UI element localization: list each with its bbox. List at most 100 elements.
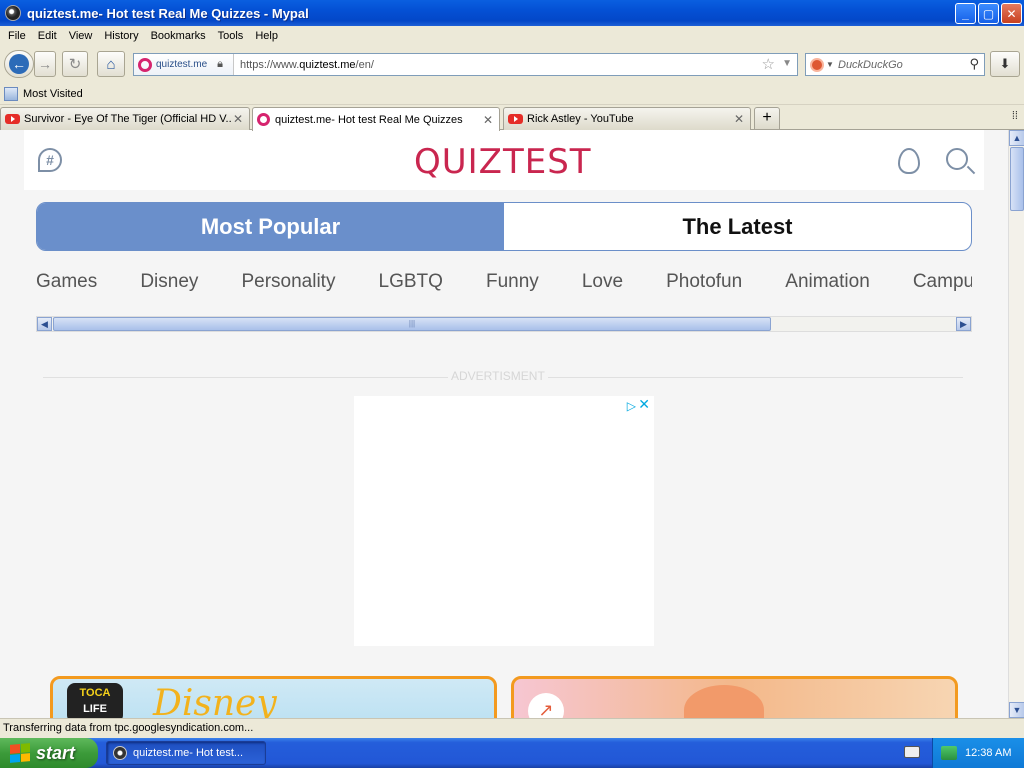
fire-icon[interactable] <box>898 148 920 174</box>
bookmark-star-icon[interactable]: ☆ <box>762 55 775 73</box>
forward-button[interactable]: → <box>34 51 56 77</box>
youtube-icon <box>508 114 523 124</box>
window-titlebar[interactable]: quiztest.me- Hot test Real Me Quizzes - … <box>0 0 1024 26</box>
ad-label: ADVERTISMENT <box>448 369 548 383</box>
url-prefix: https://www. <box>240 58 300 71</box>
category-love[interactable]: Love <box>582 271 623 293</box>
menu-history[interactable]: History <box>98 30 144 42</box>
reload-button[interactable]: ↻ <box>62 51 88 77</box>
scroll-down-icon[interactable]: ▼ <box>1009 702 1024 718</box>
youtube-icon <box>5 114 20 124</box>
system-tray: 12:38 AM <box>932 738 1024 768</box>
menu-tools[interactable]: Tools <box>212 30 250 42</box>
most-visited-bookmark[interactable]: Most Visited <box>23 88 83 100</box>
disney-logo: Disney <box>153 683 277 718</box>
category-campus[interactable]: Campu <box>913 271 972 293</box>
clock[interactable]: 12:38 AM <box>965 747 1011 759</box>
quiztest-icon <box>257 113 270 126</box>
search-engine-selector[interactable]: ▼ <box>806 57 836 72</box>
taskbar-window-button[interactable]: quiztest.me- Hot test... <box>106 741 266 765</box>
close-tab-icon[interactable]: ✕ <box>732 112 746 126</box>
category-lgbtq[interactable]: LGBTQ <box>379 271 443 293</box>
trending-icon: ↗ <box>528 693 564 718</box>
tab-most-popular[interactable]: Most Popular <box>37 203 504 250</box>
scroll-left-icon[interactable]: ◀ <box>37 317 52 331</box>
tab-title: Rick Astley - YouTube <box>527 113 634 125</box>
url-bar[interactable]: quiztest.me 🔒︎ https://www.quiztest.me/e… <box>133 53 798 76</box>
site-identity-button[interactable]: quiztest.me 🔒︎ <box>134 54 234 75</box>
back-arrow-icon: ← <box>9 54 29 74</box>
maximize-button[interactable]: ▢ <box>978 3 999 24</box>
search-icon[interactable] <box>946 148 968 170</box>
category-photofun[interactable]: Photofun <box>666 271 742 293</box>
menu-view[interactable]: View <box>63 30 99 42</box>
menu-file[interactable]: File <box>2 30 32 42</box>
taskbar-window-title: quiztest.me- Hot test... <box>133 747 244 759</box>
bookmarks-toolbar: Most Visited <box>0 84 1024 105</box>
quiztest-favicon-icon <box>138 57 152 72</box>
mypal-app-icon <box>5 5 21 21</box>
mypal-app-icon <box>113 746 127 760</box>
scrollbar-thumb[interactable]: ||| <box>53 317 771 331</box>
page-vertical-scrollbar[interactable]: ▲ ▼ <box>1008 130 1024 718</box>
windows-taskbar: start quiztest.me- Hot test... 12:38 AM <box>0 738 1024 768</box>
lock-icon: 🔒︎ <box>217 58 223 70</box>
tab-the-latest[interactable]: The Latest <box>504 203 971 250</box>
category-games[interactable]: Games <box>36 271 97 293</box>
menu-bookmarks[interactable]: Bookmarks <box>145 30 212 42</box>
category-funny[interactable]: Funny <box>486 271 539 293</box>
category-personality[interactable]: Personality <box>241 271 335 293</box>
search-magnifier-icon[interactable]: ⚲ <box>969 56 979 72</box>
scrollbar-thumb[interactable] <box>1010 147 1024 211</box>
adchoices-icon[interactable]: ▷ <box>627 399 636 413</box>
toca-logo-bottom: LIFE <box>83 703 107 715</box>
start-button[interactable]: start <box>0 738 98 768</box>
new-tab-button[interactable]: + <box>754 107 780 130</box>
keyboard-icon[interactable] <box>904 746 920 758</box>
menu-edit[interactable]: Edit <box>32 30 63 42</box>
chevron-down-icon: ▼ <box>826 60 834 69</box>
scroll-right-icon[interactable]: ▶ <box>956 317 971 331</box>
tab-quiztest[interactable]: quiztest.me- Hot test Real Me Quizzes ✕ <box>252 107 500 131</box>
quiztest-logo[interactable]: QUIZTEST <box>414 142 592 182</box>
start-label: start <box>36 742 76 763</box>
close-tab-icon[interactable]: ✕ <box>481 113 495 127</box>
network-icon[interactable] <box>941 746 957 760</box>
category-disney[interactable]: Disney <box>140 271 198 293</box>
status-bar: Transferring data from tpc.googlesyndica… <box>0 718 1024 738</box>
tab-title: quiztest.me- Hot test Real Me Quizzes <box>275 113 463 126</box>
scroll-up-icon[interactable]: ▲ <box>1009 130 1024 146</box>
url-history-dropdown-icon[interactable]: ▼ <box>782 58 792 69</box>
duckduckgo-icon <box>810 57 824 72</box>
category-horizontal-scrollbar[interactable]: ◀ ||| ▶ <box>36 316 972 332</box>
search-input[interactable]: DuckDuckGo <box>838 59 903 71</box>
downloads-button[interactable]: ⬇ <box>990 51 1020 77</box>
back-button[interactable]: ← <box>4 50 34 78</box>
home-button[interactable]: ⌂ <box>97 51 125 77</box>
navigation-toolbar: ← → ↻ ⌂ quiztest.me 🔒︎ https://www.quizt… <box>0 46 1024 82</box>
quiz-card[interactable]: ↗ <box>511 676 958 718</box>
site-identity-domain: quiztest.me <box>156 59 208 70</box>
category-nav: Games Disney Personality LGBTQ Funny Lov… <box>36 271 972 301</box>
feed-toggle: Most Popular The Latest <box>36 202 972 251</box>
tab-strip: Survivor - Eye Of The Tiger (Official HD… <box>0 105 1024 131</box>
url-input[interactable]: https://www.quiztest.me/en/ <box>240 59 374 71</box>
site-header: # QUIZTEST <box>24 130 984 190</box>
ad-banner[interactable]: ▷ ✕ <box>354 396 654 646</box>
tab-list-icon[interactable]: ⁞⁞ <box>1012 110 1018 122</box>
tab-rick-astley[interactable]: Rick Astley - YouTube ✕ <box>503 107 751 130</box>
tab-survivor[interactable]: Survivor - Eye Of The Tiger (Official HD… <box>0 107 250 130</box>
card-thumbnail <box>684 685 764 718</box>
ad-close-icon[interactable]: ✕ <box>638 396 650 413</box>
tab-title: Survivor - Eye Of The Tiger (Official HD… <box>24 113 231 125</box>
quiz-card[interactable]: TOCA LIFE Disney <box>50 676 497 718</box>
close-window-button[interactable]: ✕ <box>1001 3 1022 24</box>
hashtag-icon[interactable]: # <box>38 148 62 172</box>
toca-logo-top: TOCA <box>79 687 111 699</box>
minimize-button[interactable]: _ <box>955 3 976 24</box>
category-animation[interactable]: Animation <box>785 271 870 293</box>
toca-life-logo: TOCA LIFE <box>67 683 123 718</box>
search-bar[interactable]: ▼ DuckDuckGo ⚲ <box>805 53 985 76</box>
close-tab-icon[interactable]: ✕ <box>231 112 245 126</box>
menu-help[interactable]: Help <box>249 30 284 42</box>
